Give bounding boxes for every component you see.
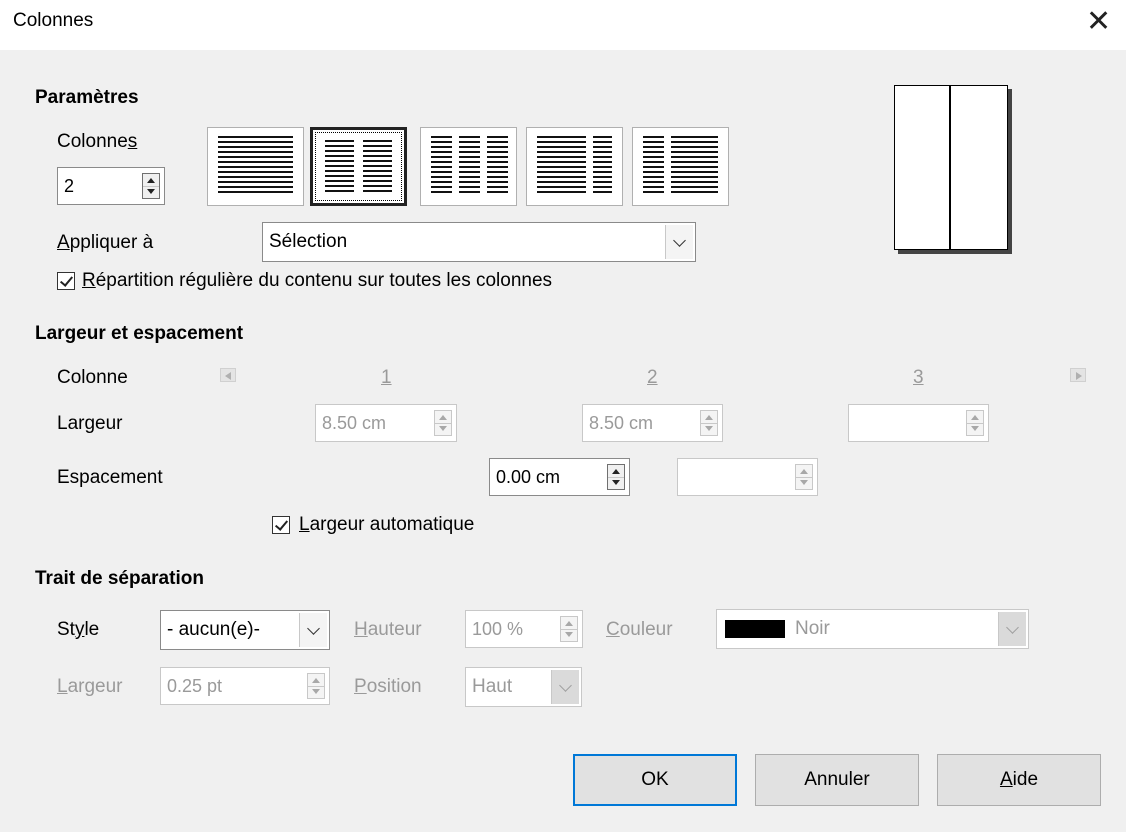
trait-largeur-label: Largeur xyxy=(57,676,123,697)
aide-button[interactable]: Aide xyxy=(937,754,1101,806)
position-combo[interactable]: Haut xyxy=(465,667,582,707)
chevron-down-icon[interactable] xyxy=(551,670,579,704)
width-3-spinbox[interactable] xyxy=(848,404,989,442)
arrow-right-icon[interactable] xyxy=(1070,368,1086,382)
preset-2-columns-left[interactable] xyxy=(526,127,623,206)
col-number-1: 1 xyxy=(381,367,392,388)
width-2-spinbox[interactable]: 8.50 cm xyxy=(582,404,723,442)
col-number-3: 3 xyxy=(913,367,924,388)
appliquer-value: Sélection xyxy=(269,231,348,252)
title-bar: Colonnes ✕ xyxy=(0,0,1126,50)
colonnes-value: 2 xyxy=(64,176,75,196)
ok-button[interactable]: OK xyxy=(573,754,737,806)
style-combo[interactable]: - aucun(e)- xyxy=(160,610,330,650)
hauteur-spin-buttons[interactable] xyxy=(560,616,578,642)
annuler-button[interactable]: Annuler xyxy=(755,754,919,806)
couleur-combo[interactable]: Noir xyxy=(716,609,1029,649)
chevron-down-icon[interactable] xyxy=(998,612,1026,646)
spacing-2-spinbox[interactable] xyxy=(677,458,818,496)
spacing-1-spin-buttons[interactable] xyxy=(607,464,625,490)
width-2-spin-buttons[interactable] xyxy=(700,410,718,436)
preset-1-column[interactable] xyxy=(207,127,304,206)
largeur-label: Largeur xyxy=(57,413,123,434)
chevron-down-icon[interactable] xyxy=(299,613,327,647)
arrow-left-icon[interactable] xyxy=(220,368,236,382)
appliquer-combo[interactable]: Sélection xyxy=(262,222,696,262)
colonnes-label: Colonnes xyxy=(57,131,138,152)
width-1-spin-buttons[interactable] xyxy=(434,410,452,436)
col-number-2: 2 xyxy=(647,367,658,388)
colonnes-spinbox[interactable]: 2 xyxy=(57,167,165,205)
window-title: Colonnes xyxy=(13,10,94,31)
position-value: Haut xyxy=(472,676,513,697)
position-label: Position xyxy=(354,676,422,697)
hauteur-label: Hauteur xyxy=(354,619,422,640)
page-preview xyxy=(894,85,1008,250)
trait-largeur-spinbox[interactable]: 0.25 pt xyxy=(160,667,330,705)
width-1-value: 8.50 cm xyxy=(322,413,387,433)
hauteur-value: 100 % xyxy=(472,619,524,639)
style-label: Style xyxy=(57,619,100,640)
appliquer-label: Appliquer à xyxy=(57,232,154,253)
width-2-value: 8.50 cm xyxy=(589,413,654,433)
parametres-heading: Paramètres xyxy=(35,87,139,108)
largeur-espacement-heading: Largeur et espacement xyxy=(35,323,244,344)
auto-width-label[interactable]: Largeur automatique xyxy=(299,514,474,536)
chevron-down-icon[interactable] xyxy=(665,225,693,259)
colonne-label: Colonne xyxy=(57,367,128,388)
hauteur-spinbox[interactable]: 100 % xyxy=(465,610,583,648)
color-swatch xyxy=(725,620,785,638)
close-icon[interactable]: ✕ xyxy=(1086,4,1111,39)
auto-width-checkbox[interactable] xyxy=(272,516,290,534)
trait-heading: Trait de séparation xyxy=(35,568,204,589)
width-1-spinbox[interactable]: 8.50 cm xyxy=(315,404,457,442)
style-value: - aucun(e)- xyxy=(167,619,260,640)
spacing-1-value: 0.00 cm xyxy=(496,467,561,487)
repartition-label[interactable]: Répartition régulière du contenu sur tou… xyxy=(82,270,552,292)
spacing-1-spinbox[interactable]: 0.00 cm xyxy=(489,458,630,496)
trait-largeur-spin-buttons[interactable] xyxy=(307,673,325,699)
couleur-label: Couleur xyxy=(606,619,673,640)
spacing-2-spin-buttons[interactable] xyxy=(795,464,813,490)
repartition-checkbox[interactable] xyxy=(57,272,75,290)
preset-2-columns[interactable] xyxy=(310,127,407,206)
colonnes-spin-buttons[interactable] xyxy=(142,173,160,199)
trait-largeur-value: 0.25 pt xyxy=(167,676,223,696)
preset-2-columns-right[interactable] xyxy=(632,127,729,206)
width-3-spin-buttons[interactable] xyxy=(966,410,984,436)
couleur-value: Noir xyxy=(795,618,830,639)
espacement-label: Espacement xyxy=(57,467,163,488)
preset-3-columns[interactable] xyxy=(420,127,517,206)
